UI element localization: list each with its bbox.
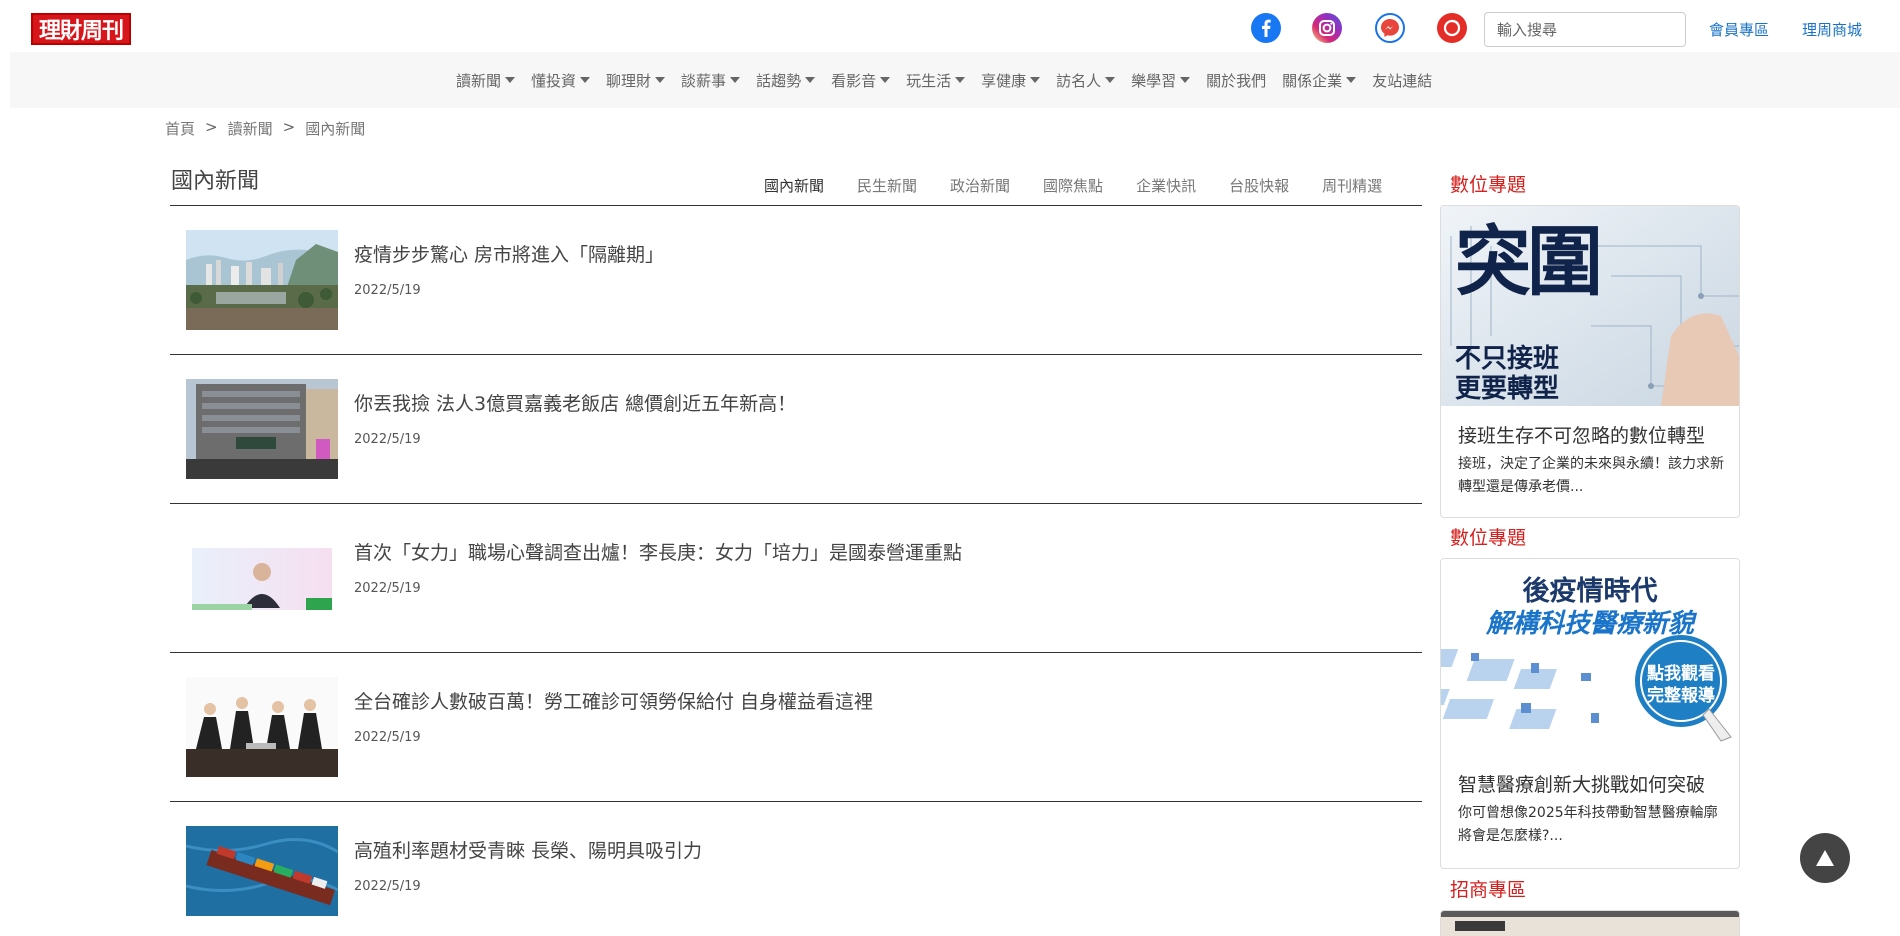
caret-down-icon (1346, 77, 1357, 83)
article-date: 2022/5/19 (354, 879, 421, 894)
caret-down-icon (1105, 77, 1116, 83)
messenger-icon[interactable] (1375, 13, 1405, 43)
search-input[interactable] (1484, 12, 1686, 47)
feature-card[interactable]: 後疫情時代 解構科技醫療新貌 點我觀看 完整報導 智慧醫療創新大挑戰如何突破 你… (1440, 558, 1740, 869)
breadcrumb-current[interactable]: 國內新聞 (305, 118, 365, 139)
breadcrumb-news[interactable]: 讀新聞 (228, 118, 273, 139)
article-item[interactable]: 高殖利率題材受青睞 長榮、陽明具吸引力 2022/5/19 (170, 802, 1422, 936)
nav-item-celebrity[interactable]: 訪名人 (1056, 70, 1116, 91)
caret-down-icon (1030, 77, 1041, 83)
nav-item-learning[interactable]: 樂學習 (1131, 70, 1191, 91)
caret-down-icon (955, 77, 966, 83)
nav-item-affiliates[interactable]: 關係企業 (1282, 70, 1357, 91)
facebook-icon[interactable] (1251, 13, 1281, 43)
arrow-up-icon (1816, 850, 1834, 866)
tab-weekly-picks[interactable]: 周刊精選 (1322, 175, 1382, 196)
tab-politics-news[interactable]: 政治新聞 (950, 175, 1010, 196)
breadcrumb: 首頁 > 讀新聞 > 國內新聞 (165, 118, 365, 139)
banner-headline: 突圍 (1455, 217, 1603, 306)
tab-stock-flash[interactable]: 台股快報 (1229, 175, 1289, 196)
sidebar-heading: 數位專題 (1450, 174, 1527, 196)
nav-item-invest[interactable]: 懂投資 (531, 70, 591, 91)
caret-down-icon (655, 77, 666, 83)
banner-subline: 解構科技醫療新貌 (1485, 609, 1694, 639)
line-icon[interactable] (1437, 13, 1467, 43)
caret-down-icon (1180, 77, 1191, 83)
tab-livelihood-news[interactable]: 民生新聞 (857, 175, 917, 196)
nav-item-health[interactable]: 享健康 (981, 70, 1041, 91)
caret-down-icon (505, 77, 516, 83)
instagram-icon[interactable] (1312, 13, 1342, 43)
nav-item-life[interactable]: 玩生活 (906, 70, 966, 91)
article-date: 2022/5/19 (354, 432, 421, 447)
article-item[interactable]: 首次「女力」職場心聲調查出爐！李長庚：女力「培力」是國泰營運重點 2022/5/… (170, 504, 1422, 653)
page-title: 國內新聞 (171, 169, 260, 194)
feature-banner-image[interactable]: 突圍 不只接班 更要轉型 (1441, 206, 1739, 406)
article-date: 2022/5/19 (354, 581, 421, 596)
banner-cta-line-2: 完整報導 (1647, 686, 1715, 706)
article-date: 2022/5/19 (354, 730, 421, 745)
main-nav: 讀新聞 懂投資 聊理財 談薪事 話趨勢 看影音 玩生活 享健康 訪名人 樂學習 … (10, 52, 1900, 108)
tab-business-flash[interactable]: 企業快訊 (1136, 175, 1196, 196)
promo-logo-mark (1455, 921, 1505, 931)
promo-card[interactable] (1440, 910, 1740, 936)
nav-item-salary[interactable]: 談薪事 (681, 70, 741, 91)
article-item[interactable]: 你丟我撿 法人3億買嘉義老飯店 總價創近五年新高！ 2022/5/19 (170, 355, 1422, 504)
category-tabs: 國內新聞 民生新聞 政治新聞 國際焦點 企業快訊 台股快報 周刊精選 (764, 175, 1382, 196)
nav-item-video[interactable]: 看影音 (831, 70, 891, 91)
nav-item-links[interactable]: 友站連結 (1372, 70, 1432, 91)
tab-domestic-news[interactable]: 國內新聞 (764, 175, 824, 196)
nav-item-about[interactable]: 關於我們 (1206, 70, 1266, 91)
card-description: 接班，決定了企業的未來與永續！該力求新轉型還是傳承老價... (1458, 456, 1724, 495)
city-skyline-image[interactable] (186, 230, 338, 330)
nav-list: 讀新聞 懂投資 聊理財 談薪事 話趨勢 看影音 玩生活 享健康 訪名人 樂學習 … (456, 52, 1448, 108)
breadcrumb-separator: > (205, 118, 218, 136)
tab-international[interactable]: 國際焦點 (1043, 175, 1103, 196)
promo-banner-image[interactable] (1441, 911, 1739, 936)
article-date: 2022/5/19 (354, 283, 421, 298)
top-header: 理財周刊 會員專區 理周商城 (0, 0, 1900, 52)
card-title[interactable]: 智慧醫療創新大挑戰如何突破 (1458, 770, 1705, 797)
speaker-video-image[interactable] (186, 528, 338, 628)
article-item[interactable]: 疫情步步驚心 房市將進入「隔離期」 2022/5/19 (170, 206, 1422, 355)
article-title[interactable]: 你丟我撿 法人3億買嘉義老飯店 總價創近五年新高！ (354, 389, 796, 416)
nav-item-trends[interactable]: 話趨勢 (756, 70, 816, 91)
article-title[interactable]: 全台確診人數破百萬！勞工確診可領勞保給付 自身權益看這裡 (354, 687, 873, 714)
business-meeting-image[interactable] (186, 677, 338, 777)
banner-subline-2: 更要轉型 (1455, 374, 1560, 404)
article-title[interactable]: 疫情步步驚心 房市將進入「隔離期」 (354, 240, 664, 267)
feature-card[interactable]: 突圍 不只接班 更要轉型 接班生存不可忽略的數位轉型 接班，決定了企業的未來與永… (1440, 205, 1740, 518)
site-logo[interactable]: 理財周刊 (31, 13, 131, 45)
caret-down-icon (805, 77, 816, 83)
back-to-top-button[interactable] (1800, 833, 1850, 883)
article-title[interactable]: 高殖利率題材受青睞 長榮、陽明具吸引力 (354, 836, 702, 863)
article-item[interactable]: 全台確診人數破百萬！勞工確診可領勞保給付 自身權益看這裡 2022/5/19 (170, 653, 1422, 802)
card-title[interactable]: 接班生存不可忽略的數位轉型 (1458, 421, 1705, 448)
shop-link[interactable]: 理周商城 (1802, 19, 1862, 40)
breadcrumb-home[interactable]: 首頁 (165, 118, 195, 139)
breadcrumb-separator: > (282, 118, 296, 136)
sidebar-heading: 招商專區 (1450, 879, 1527, 901)
container-ship-image[interactable] (186, 826, 338, 916)
nav-item-news[interactable]: 讀新聞 (456, 70, 516, 91)
hotel-building-image[interactable] (186, 379, 338, 479)
caret-down-icon (730, 77, 741, 83)
caret-down-icon (880, 77, 891, 83)
member-area-link[interactable]: 會員專區 (1709, 19, 1769, 40)
card-description: 你可曾想像2025年科技帶動智慧醫療輪廓將會是怎麼樣?... (1458, 805, 1718, 844)
feature-banner-image[interactable]: 後疫情時代 解構科技醫療新貌 點我觀看 完整報導 (1441, 559, 1739, 755)
caret-down-icon (580, 77, 591, 83)
sidebar-heading: 數位專題 (1450, 527, 1527, 549)
nav-item-finance[interactable]: 聊理財 (606, 70, 666, 91)
article-title[interactable]: 首次「女力」職場心聲調查出爐！李長庚：女力「培力」是國泰營運重點 (354, 538, 962, 565)
